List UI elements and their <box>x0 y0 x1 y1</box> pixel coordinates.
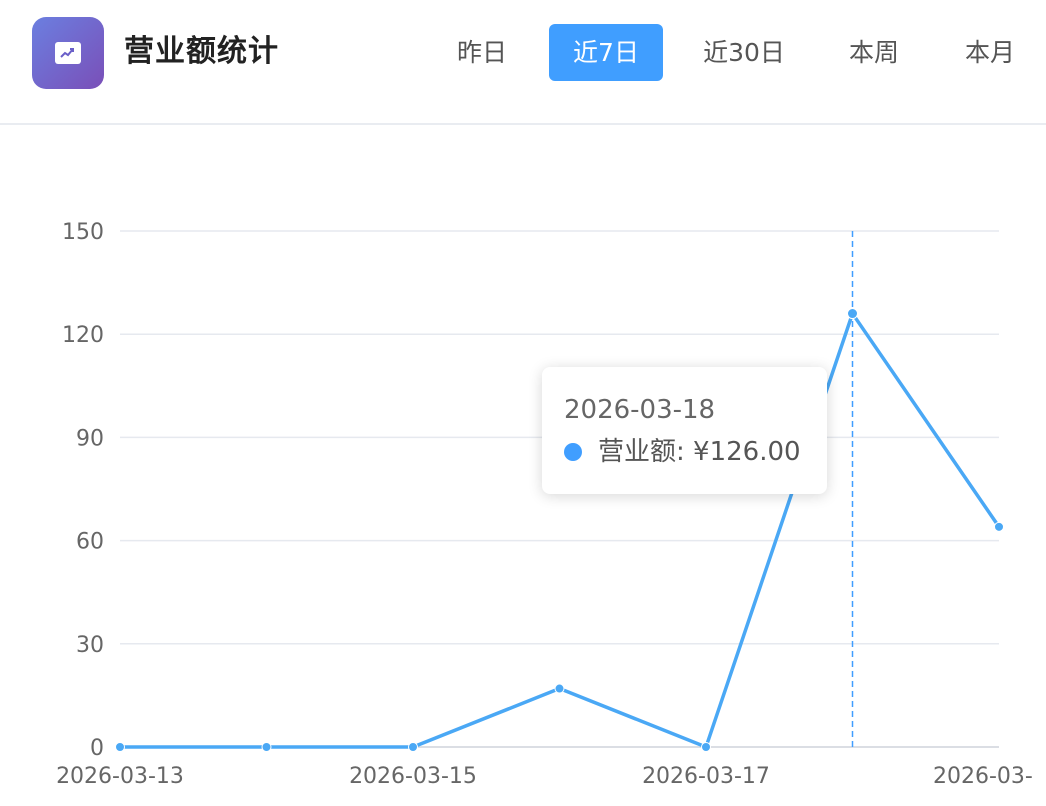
data-point <box>261 742 272 752</box>
trend-chart-icon <box>32 17 104 89</box>
data-point <box>847 308 858 320</box>
tab-yesterday[interactable]: 昨日 <box>440 24 524 81</box>
tooltip-series-name: 营业额 <box>598 437 677 467</box>
data-point <box>115 742 125 752</box>
y-tick-label: 90 <box>76 426 104 451</box>
tab-last-7-days[interactable]: 近7日 <box>549 24 663 81</box>
x-tick-label: 2026-03-17 <box>642 764 770 789</box>
y-tick-label: 60 <box>76 530 104 555</box>
line-chart: 0 30 60 90 120 150 2026-03-13 2026-03-15 2026-03… <box>56 220 1033 789</box>
tooltip-value: ¥126.00 <box>693 437 801 467</box>
tab-this-month[interactable]: 本月 <box>948 24 1032 81</box>
page-title: 营业额统计 <box>124 34 279 69</box>
y-tick-label: 30 <box>76 633 104 658</box>
series-dot-icon <box>564 443 582 461</box>
chart-tooltip: 2026-03-18 营业额 : ¥126.00 <box>542 367 827 494</box>
data-point <box>701 742 711 752</box>
header: 营业额统计 昨日 近7日 近30日 本周 本月 <box>0 0 1046 125</box>
y-tick-label: 0 <box>90 736 104 761</box>
tooltip-row: 营业额 : ¥126.00 <box>564 435 827 469</box>
data-point <box>994 521 1004 532</box>
data-point <box>554 683 565 694</box>
x-tick-label: 2026-03- <box>933 764 1033 789</box>
tab-last-30-days[interactable]: 近30日 <box>690 24 798 81</box>
y-tick-label: 120 <box>62 323 104 348</box>
tab-this-week[interactable]: 本周 <box>832 24 916 81</box>
data-point <box>408 742 418 752</box>
tooltip-date: 2026-03-18 <box>564 395 716 425</box>
y-tick-label: 150 <box>62 220 104 245</box>
tooltip-separator: : <box>676 437 694 467</box>
x-tick-label: 2026-03-13 <box>56 764 184 789</box>
x-tick-label: 2026-03-15 <box>349 764 477 789</box>
